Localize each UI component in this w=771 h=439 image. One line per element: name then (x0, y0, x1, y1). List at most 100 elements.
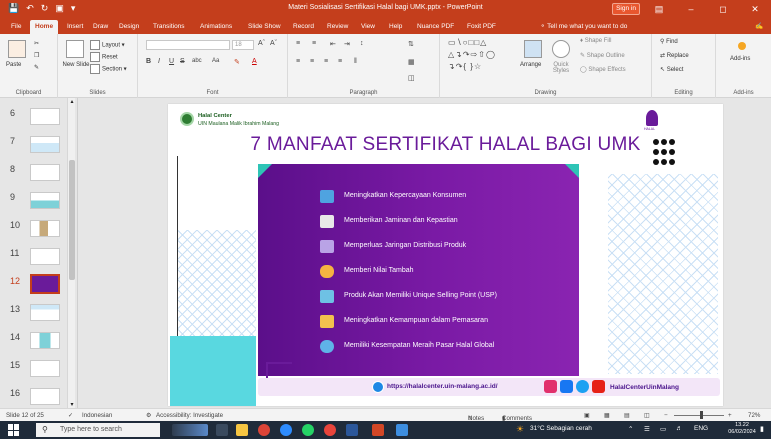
volume-icon[interactable]: ♬ (676, 425, 683, 432)
tab-slide-show[interactable]: Slide Show (243, 20, 286, 34)
input-language[interactable]: ENG (694, 425, 708, 432)
taskbar-search[interactable]: ⚲ Type here to search (36, 423, 160, 437)
slide-title[interactable]: 7 MANFAAT SERTIFIKAT HALAL BAGI UMK (168, 134, 723, 156)
file-explorer-icon[interactable] (236, 424, 248, 436)
whatsapp-icon[interactable] (302, 424, 314, 436)
bullets-icon[interactable]: ≡ (296, 40, 300, 47)
align-right-icon[interactable]: ≡ (324, 58, 328, 65)
scroll-down-icon[interactable]: ▾ (68, 401, 76, 408)
slide-thumbnail[interactable] (30, 164, 60, 181)
slide-thumbnail[interactable] (30, 136, 60, 153)
format-painter-icon[interactable]: ✎ (34, 64, 39, 71)
find-button[interactable]: ⚲ Find (660, 38, 678, 45)
smartart-icon[interactable]: ◫ (408, 74, 415, 82)
slide-canvas[interactable]: Halal Center UIN Maulana Malik Ibrahim M… (168, 104, 723, 406)
weather-text[interactable]: 31°C Sebagian cerah (530, 425, 592, 432)
quick-styles-icon[interactable] (552, 40, 570, 58)
slide-thumbnail[interactable] (30, 108, 60, 125)
zoom-slider[interactable] (674, 415, 724, 416)
addins-button[interactable]: Add-ins (730, 56, 750, 62)
justify-icon[interactable]: ≡ (338, 58, 342, 65)
slide-thumbnail[interactable] (30, 304, 60, 321)
browser-icon[interactable] (324, 424, 336, 436)
select-button[interactable]: ↖ Select (660, 66, 683, 73)
increase-indent-icon[interactable]: ⇥ (344, 40, 350, 48)
system-clock[interactable]: 13.22 06/02/2024 (724, 422, 760, 436)
align-center-icon[interactable]: ≡ (310, 58, 314, 65)
tab-insert[interactable]: Insert (62, 20, 88, 34)
spellcheck-icon[interactable]: ✓ (68, 412, 73, 419)
reset-button[interactable]: Reset (90, 52, 118, 62)
section-button[interactable]: Section ▾ (90, 64, 127, 74)
arrange-button[interactable]: Arrange (520, 62, 541, 68)
powerpoint-icon[interactable] (372, 424, 384, 436)
font-color-button[interactable]: A (252, 58, 257, 65)
zoom-app-icon[interactable] (280, 424, 292, 436)
decrease-indent-icon[interactable]: ⇤ (330, 40, 336, 48)
text-direction-icon[interactable]: ⇅ (408, 40, 414, 48)
tab-record[interactable]: Record (288, 20, 319, 34)
font-size-field[interactable]: 18 (232, 40, 254, 50)
slide-thumbnail[interactable] (30, 332, 60, 349)
tab-review[interactable]: Review (322, 20, 353, 34)
shapes-gallery-row3[interactable]: ↴↷{ }☆ (448, 62, 482, 71)
tab-transitions[interactable]: Transitions (148, 20, 190, 34)
underline-button[interactable]: U (169, 58, 174, 65)
maximize-icon[interactable]: ◻ (712, 2, 734, 16)
new-slide-icon[interactable] (66, 40, 84, 58)
zoom-out-button[interactable]: − (664, 412, 668, 419)
tab-draw[interactable]: Draw (88, 20, 113, 34)
change-case-button[interactable]: Aa (212, 58, 219, 64)
tell-me-search[interactable]: ⚬ Tell me what you want to do (540, 20, 627, 34)
tab-foxit-pdf[interactable]: Foxit PDF (462, 20, 501, 34)
app-icon[interactable] (396, 424, 408, 436)
chrome-icon[interactable] (258, 424, 270, 436)
zoom-level[interactable]: 72% (748, 412, 760, 419)
numbering-icon[interactable]: ≡ (312, 40, 316, 47)
windows-start-icon[interactable] (8, 424, 20, 436)
normal-view-icon[interactable]: ▣ (584, 412, 590, 419)
widget-icon[interactable] (172, 424, 208, 436)
tab-home[interactable]: Home (30, 20, 59, 34)
network-icon[interactable]: ☰ (644, 425, 650, 433)
shrink-font-icon[interactable]: Aˇ (270, 40, 277, 47)
slide-thumbnail[interactable] (30, 192, 60, 209)
italic-button[interactable]: I (158, 58, 160, 65)
paste-icon[interactable] (8, 40, 26, 58)
shape-fill-button[interactable]: ♦ Shape Fill (580, 38, 611, 44)
tab-design[interactable]: Design (114, 20, 144, 34)
tab-file[interactable]: File (6, 20, 26, 34)
sign-in-button[interactable]: Sign in (612, 3, 640, 15)
tab-help[interactable]: Help (384, 20, 407, 34)
layout-button[interactable]: Layout ▾ (90, 40, 125, 50)
slide-thumbnail-selected[interactable] (30, 274, 60, 294)
minimize-icon[interactable]: – (680, 2, 702, 16)
align-left-icon[interactable]: ≡ (296, 58, 300, 65)
tab-animations[interactable]: Animations (195, 20, 237, 34)
notification-icon[interactable]: ▮ (760, 425, 764, 433)
scrollbar-thumb[interactable] (69, 160, 75, 280)
thumbnail-scrollbar[interactable]: ▴ ▾ (67, 98, 75, 408)
shape-outline-button[interactable]: ✎ Shape Outline (580, 52, 625, 59)
slide-thumbnail[interactable] (30, 388, 60, 405)
shapes-gallery[interactable]: ▭∖○□□△ (448, 38, 487, 47)
zoom-in-button[interactable]: + (728, 412, 732, 419)
social-handle[interactable]: HalalCenterUinMalang (610, 384, 679, 391)
slide-thumbnail[interactable] (30, 248, 60, 265)
highlight-icon[interactable]: ✎ (234, 58, 240, 66)
close-icon[interactable]: ✕ (744, 2, 766, 16)
word-icon[interactable] (346, 424, 358, 436)
zoom-slider-thumb[interactable] (700, 411, 703, 419)
task-view-icon[interactable] (216, 424, 228, 436)
shadow-button[interactable]: abc (192, 58, 202, 64)
reading-view-icon[interactable]: ▤ (624, 412, 630, 419)
new-slide-button[interactable]: New Slide (62, 62, 90, 68)
cut-icon[interactable]: ✂ (34, 40, 39, 47)
website-url[interactable]: https://halalcenter.uin-malang.ac.id/ (387, 383, 498, 390)
language-indicator[interactable]: Indonesian (82, 412, 112, 419)
line-spacing-icon[interactable]: ↕ (360, 40, 364, 47)
tray-chevron-icon[interactable]: ⌃ (628, 425, 633, 433)
battery-icon[interactable]: ▭ (660, 425, 666, 433)
grow-font-icon[interactable]: Aˆ (258, 40, 265, 47)
bold-button[interactable]: B (146, 58, 151, 65)
